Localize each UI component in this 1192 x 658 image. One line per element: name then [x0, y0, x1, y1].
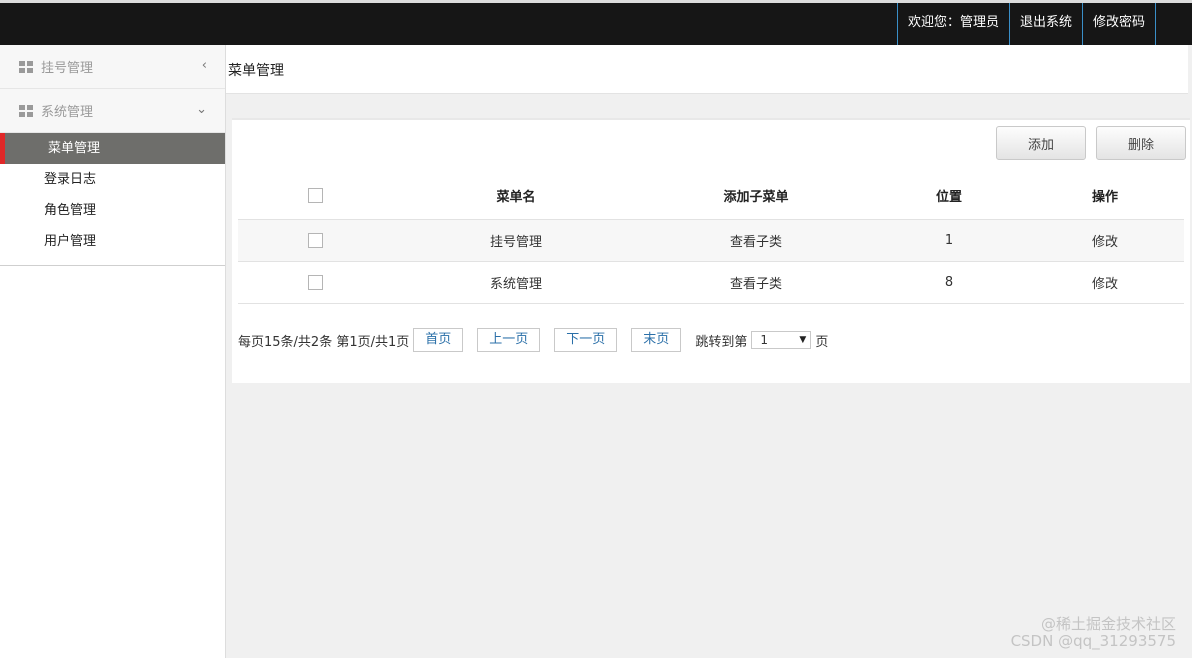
grid-icon [19, 104, 33, 117]
pagination-info: 每页15条/共2条 第1页/共1页 [238, 334, 410, 350]
view-subcategory-link[interactable]: 查看子类 [640, 219, 872, 262]
sidebar-group-registration[interactable]: 挂号管理 ‹ [0, 45, 225, 89]
page-header: 菜单管理 [226, 45, 1188, 94]
sidebar-group-system[interactable]: 系统管理 ⌄ [0, 89, 225, 133]
pagination: 每页15条/共2条 第1页/共1页 首页 上一页 下一页 末页 跳转到第 1 ▼… [238, 328, 828, 352]
last-page-button[interactable]: 末页 [631, 328, 682, 352]
change-password-link[interactable]: 修改密码 [1081, 3, 1156, 45]
page-title: 菜单管理 [228, 63, 284, 79]
grid-icon [19, 60, 33, 73]
row-position: 8 [872, 261, 1026, 304]
chevron-left-icon: ‹ [201, 58, 207, 73]
row-name: 系统管理 [392, 261, 640, 304]
sidebar: 挂号管理 ‹ 系统管理 ⌄ 菜单管理 登录日志 角色管理 用户管理 [0, 45, 226, 658]
table-row: 挂号管理 查看子类 1 修改 [238, 219, 1184, 262]
table-header-row: 菜单名 添加子菜单 位置 操作 [238, 172, 1184, 220]
sidebar-group-label: 挂号管理 [41, 61, 94, 76]
select-all-cell [238, 172, 392, 220]
column-header-position: 位置 [872, 172, 1026, 220]
system-submenu: 菜单管理 登录日志 角色管理 用户管理 [0, 133, 225, 266]
sidebar-group-label: 系统管理 [41, 105, 94, 120]
dropdown-arrow-icon: ▼ [799, 335, 807, 345]
first-page-button[interactable]: 首页 [413, 328, 464, 352]
page-select[interactable]: 1 ▼ [751, 331, 812, 349]
menu-table: 菜单名 添加子菜单 位置 操作 挂号管理 查看子类 1 修改 系统管理 查看子类… [238, 172, 1184, 304]
prev-page-button[interactable]: 上一页 [477, 328, 541, 352]
chevron-down-icon: ⌄ [196, 102, 207, 117]
logout-link[interactable]: 退出系统 [1008, 3, 1082, 45]
table-row: 系统管理 查看子类 8 修改 [238, 261, 1184, 304]
watermark-line: @稀土掘金技术社区 [1040, 615, 1176, 633]
sidebar-item-menu-management[interactable]: 菜单管理 [0, 133, 225, 164]
sidebar-item-login-log[interactable]: 登录日志 [0, 164, 225, 195]
row-checkbox[interactable] [307, 274, 323, 290]
top-nav: 欢迎您：管理员 退出系统 修改密码 [896, 3, 1156, 45]
edit-link[interactable]: 修改 [1026, 219, 1184, 262]
watermark-line: CSDN @qq_31293575 [1010, 632, 1176, 650]
delete-button[interactable]: 删除 [1096, 126, 1186, 160]
content-panel: 添加 删除 菜单名 添加子菜单 位置 操作 挂号管理 查看子类 1 修改 系统管… [232, 118, 1190, 383]
welcome-user-link[interactable]: 欢迎您：管理员 [896, 3, 1009, 45]
row-checkbox-cell [238, 219, 392, 262]
column-header-action: 操作 [1026, 172, 1184, 220]
add-button[interactable]: 添加 [996, 126, 1086, 160]
row-checkbox-cell [238, 261, 392, 304]
jump-suffix: 页 [815, 334, 829, 350]
edit-link[interactable]: 修改 [1026, 261, 1184, 304]
watermark: @稀土掘金技术社区 CSDN @qq_31293575 [1011, 616, 1176, 650]
page-select-value: 1 [760, 333, 768, 347]
sidebar-item-role-management[interactable]: 角色管理 [0, 195, 225, 226]
view-subcategory-link[interactable]: 查看子类 [640, 261, 872, 304]
top-bar: 欢迎您：管理员 退出系统 修改密码 [0, 0, 1192, 45]
sidebar-item-user-management[interactable]: 用户管理 [0, 226, 225, 257]
row-position: 1 [872, 219, 1026, 262]
row-checkbox[interactable] [307, 232, 323, 248]
column-header-name: 菜单名 [392, 172, 640, 220]
select-all-checkbox[interactable] [307, 187, 323, 203]
column-header-submenu: 添加子菜单 [640, 172, 872, 220]
row-name: 挂号管理 [392, 219, 640, 262]
jump-label: 跳转到第 [695, 334, 748, 350]
next-page-button[interactable]: 下一页 [554, 328, 618, 352]
